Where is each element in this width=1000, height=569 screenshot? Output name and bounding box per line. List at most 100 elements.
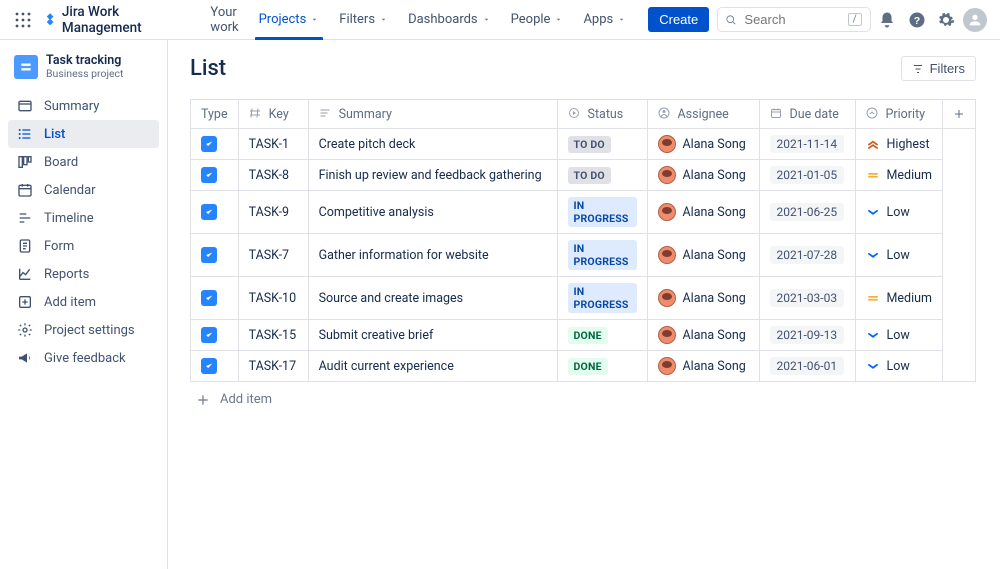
cell-priority[interactable]: Low: [855, 191, 942, 234]
search-box[interactable]: /: [717, 7, 871, 32]
cell-due-date[interactable]: 2021-03-03: [759, 277, 855, 320]
cell-priority[interactable]: Medium: [855, 277, 942, 320]
col-header-type[interactable]: Type: [191, 100, 239, 129]
cell-type[interactable]: [191, 277, 239, 320]
cell-assignee[interactable]: Alana Song: [647, 129, 759, 160]
sidebar-item-add-item[interactable]: Add item: [8, 288, 159, 316]
cell-status[interactable]: DONE: [557, 320, 647, 351]
sidebar-item-list[interactable]: List: [8, 120, 159, 148]
create-button[interactable]: Create: [648, 7, 709, 32]
sidebar-item-project-settings[interactable]: Project settings: [8, 316, 159, 344]
cell-due-date[interactable]: 2021-09-13: [759, 320, 855, 351]
table-row[interactable]: TASK-10Source and create imagesIN PROGRE…: [191, 277, 976, 320]
product-logo[interactable]: Jira Work Management: [42, 4, 189, 36]
col-header-priority[interactable]: Priority: [855, 100, 942, 129]
cell-summary[interactable]: Source and create images: [308, 277, 557, 320]
sidebar-item-timeline[interactable]: Timeline: [8, 204, 159, 232]
add-item-row[interactable]: Add item: [190, 382, 976, 417]
col-header-due-date[interactable]: Due date: [759, 100, 855, 129]
cell-priority[interactable]: Low: [855, 234, 942, 277]
cell-due-date[interactable]: 2021-06-25: [759, 191, 855, 234]
priority-medium-icon: [866, 168, 880, 182]
cell-priority[interactable]: Low: [855, 351, 942, 382]
cell-key[interactable]: TASK-17: [238, 351, 308, 382]
settings-icon[interactable]: [933, 6, 958, 34]
col-header-assignee[interactable]: Assignee: [647, 100, 759, 129]
cell-due-date[interactable]: 2021-07-28: [759, 234, 855, 277]
nav-link-dashboards[interactable]: Dashboards: [398, 0, 501, 40]
cell-assignee[interactable]: Alana Song: [647, 191, 759, 234]
priority-highest-icon: [866, 137, 880, 151]
cell-status[interactable]: IN PROGRESS: [557, 277, 647, 320]
cell-summary[interactable]: Finish up review and feedback gathering: [308, 160, 557, 191]
cell-type[interactable]: [191, 191, 239, 234]
sidebar-item-form[interactable]: Form: [8, 232, 159, 260]
sidebar-item-label: Board: [44, 155, 78, 170]
cell-key[interactable]: TASK-9: [238, 191, 308, 234]
nav-link-projects[interactable]: Projects: [249, 0, 330, 40]
task-type-icon: [201, 290, 217, 306]
cell-key[interactable]: TASK-1: [238, 129, 308, 160]
cell-summary[interactable]: Competitive analysis: [308, 191, 557, 234]
cell-due-date[interactable]: 2021-11-14: [759, 129, 855, 160]
sidebar-item-calendar[interactable]: Calendar: [8, 176, 159, 204]
cell-status[interactable]: TO DO: [557, 129, 647, 160]
table-row[interactable]: TASK-17Audit current experience DONE Alana…: [191, 351, 976, 382]
sidebar-item-reports[interactable]: Reports: [8, 260, 159, 288]
cell-assignee[interactable]: Alana Song: [647, 160, 759, 191]
col-header-key[interactable]: Key: [238, 100, 308, 129]
cell-summary[interactable]: Gather information for website: [308, 234, 557, 277]
cell-type[interactable]: [191, 160, 239, 191]
cell-assignee[interactable]: Alana Song: [647, 234, 759, 277]
cell-status[interactable]: IN PROGRESS: [557, 191, 647, 234]
nav-link-apps[interactable]: Apps: [573, 0, 636, 40]
project-header[interactable]: Task tracking Business project: [8, 52, 159, 82]
status-badge: DONE: [568, 358, 608, 375]
cell-assignee[interactable]: Alana Song: [647, 320, 759, 351]
filters-button[interactable]: Filters: [901, 56, 976, 81]
cell-key[interactable]: TASK-10: [238, 277, 308, 320]
nav-link-filters[interactable]: Filters: [329, 0, 398, 40]
cell-assignee[interactable]: Alana Song: [647, 277, 759, 320]
col-header-status[interactable]: Status: [557, 100, 647, 129]
cell-key[interactable]: TASK-8: [238, 160, 308, 191]
add-column-button[interactable]: [943, 100, 976, 129]
profile-avatar[interactable]: [963, 6, 988, 34]
product-name: Jira Work Management: [62, 4, 189, 36]
nav-link-your-work[interactable]: Your work: [200, 0, 248, 40]
cell-summary[interactable]: Submit creative brief: [308, 320, 557, 351]
project-sidebar: Task tracking Business project SummaryLi…: [0, 40, 168, 569]
nav-link-people[interactable]: People: [501, 0, 574, 40]
help-icon[interactable]: ?: [904, 6, 929, 34]
cell-summary[interactable]: Create pitch deck: [308, 129, 557, 160]
cell-key[interactable]: TASK-7: [238, 234, 308, 277]
cell-key[interactable]: TASK-15: [238, 320, 308, 351]
cell-status[interactable]: DONE: [557, 351, 647, 382]
table-row[interactable]: TASK-8Finish up review and feedback gath…: [191, 160, 976, 191]
cell-summary[interactable]: Audit current experience: [308, 351, 557, 382]
cell-type[interactable]: [191, 351, 239, 382]
sidebar-item-give-feedback[interactable]: Give feedback: [8, 344, 159, 372]
notifications-icon[interactable]: [875, 6, 900, 34]
cell-type[interactable]: [191, 129, 239, 160]
cell-due-date[interactable]: 2021-01-05: [759, 160, 855, 191]
table-row[interactable]: TASK-7Gather information for websiteIN P…: [191, 234, 976, 277]
table-row[interactable]: TASK-9Competitive analysisIN PROGRESSAla…: [191, 191, 976, 234]
search-input[interactable]: [742, 11, 841, 28]
app-switcher-icon[interactable]: [12, 8, 34, 32]
cell-type[interactable]: [191, 234, 239, 277]
cell-priority[interactable]: Highest: [855, 129, 942, 160]
task-type-icon: [201, 358, 217, 374]
col-header-summary[interactable]: Summary: [308, 100, 557, 129]
sidebar-item-summary[interactable]: Summary: [8, 92, 159, 120]
cell-status[interactable]: TO DO: [557, 160, 647, 191]
cell-priority[interactable]: Low: [855, 320, 942, 351]
cell-status[interactable]: IN PROGRESS: [557, 234, 647, 277]
cell-priority[interactable]: Medium: [855, 160, 942, 191]
cell-type[interactable]: [191, 320, 239, 351]
cell-due-date[interactable]: 2021-06-01: [759, 351, 855, 382]
table-row[interactable]: TASK-1Create pitch deckTO DOAlana Song20…: [191, 129, 976, 160]
cell-assignee[interactable]: Alana Song: [647, 351, 759, 382]
table-row[interactable]: TASK-15Submit creative briefDONEAlana So…: [191, 320, 976, 351]
sidebar-item-board[interactable]: Board: [8, 148, 159, 176]
